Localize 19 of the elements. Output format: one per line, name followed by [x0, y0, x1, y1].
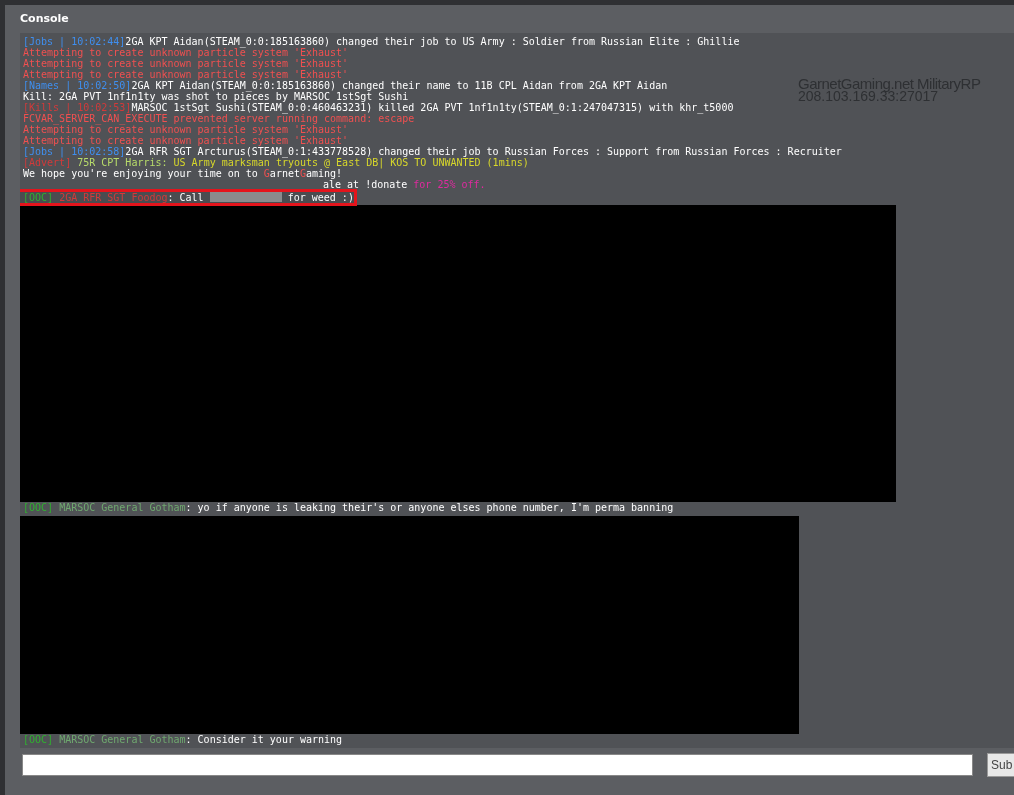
command-input-field[interactable]	[22, 754, 973, 776]
log-line: Attempting to create unknown particle system 'Exhaust'	[22, 69, 349, 80]
log-line: [Jobs | 10:02:58]2GA RFR SGT Arcturus(STEAM_0:1:433778528) changed their job to Russian Forces : Support from Russian Forces : Recruiter	[22, 146, 842, 157]
log-line: [Jobs | 10:02:44]2GA KPT Aidan(STEAM_0:0:185163860) changed their job to US Army : Soldier from Russian Elite : Ghillie	[22, 36, 740, 47]
log-line: [Names | 10:02:50]2GA KPT Aidan(STEAM_0:0:185163860) changed their name to 11B CPL Aidan from 2GA KPT Aidan	[22, 80, 668, 91]
log-line: ale at !donate for 25% off.	[323, 179, 486, 190]
log-line: [OOC] MARSOC General Gotham: Consider it your warning	[22, 734, 343, 745]
log-line: Attempting to create unknown particle system 'Exhaust'	[22, 47, 349, 58]
log-line: Attempting to create unknown particle system 'Exhaust'	[22, 124, 349, 135]
log-line: [OOC] MARSOC General Gotham: yo if anyone is leaking their's or anyone elses phone number, I'm perma banning	[22, 502, 674, 513]
log-line: FCVAR_SERVER_CAN_EXECUTE prevented server running command: escape	[22, 113, 415, 124]
window-title: Console	[19, 11, 70, 27]
log-line: We hope you're enjoying your time on to GarnetGaming!	[22, 168, 343, 179]
log-line: Attempting to create unknown particle system 'Exhaust'	[22, 135, 349, 146]
log-line: [Advert] 75R CPT Harris: US Army marksman tryouts @ East DB| KOS TO UNWANTED (1mins)	[22, 157, 529, 168]
log-line: [Kills | 10:02:53]MARSOC 1stSgt Sushi(STEAM_0:0:460463231) killed 2GA PVT 1nf1n1ty(STEAM_0:1:247047315) with khr_t5000	[22, 102, 734, 113]
log-line: Attempting to create unknown particle system 'Exhaust'	[22, 58, 349, 69]
submit-button[interactable]: Sub	[987, 753, 1014, 777]
log-line: Kill: 2GA PVT 1nf1n1ty was shot to pieces by MARSOC 1stSgt Sushi	[22, 91, 409, 102]
